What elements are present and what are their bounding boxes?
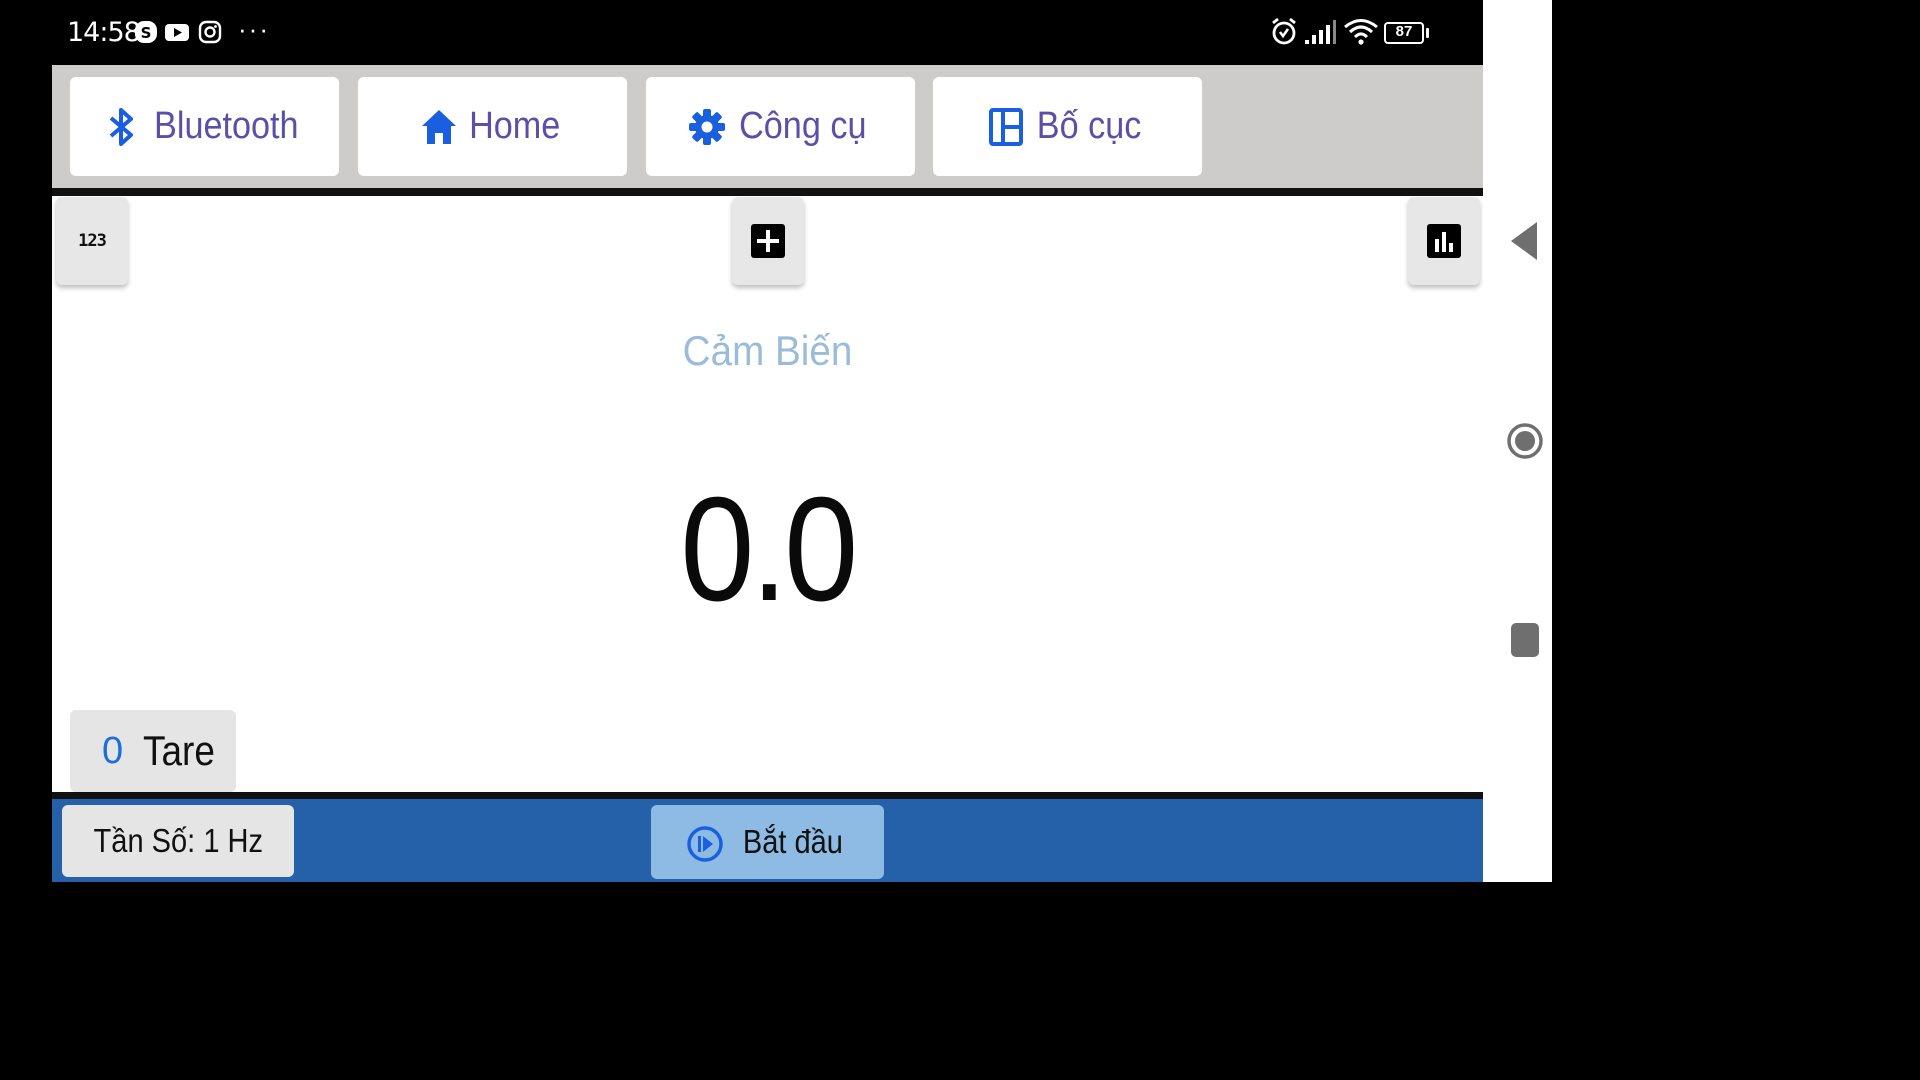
tab-bluetooth[interactable]: Bluetooth: [70, 77, 339, 176]
layout-icon: [989, 107, 1024, 146]
frequency-label: Tần Số: 1 Hz: [93, 822, 263, 859]
tab-label: Bố cục: [1037, 105, 1142, 147]
tab-layout[interactable]: Bố cục: [933, 77, 1202, 176]
battery-nub: [1426, 28, 1429, 38]
gear-icon: [688, 108, 725, 145]
tab-label: Home: [468, 105, 561, 147]
start-button[interactable]: Bắt đầu: [651, 805, 884, 879]
start-label: Bắt đầu: [742, 823, 843, 860]
tab-label: Bluetooth: [154, 105, 299, 147]
plus-box-icon: [751, 224, 785, 258]
tare-label: Tare: [143, 727, 216, 774]
tare-button[interactable]: 0 Tare: [70, 710, 236, 792]
sensor-title: Cảm Biến: [682, 327, 853, 374]
tare-count: 0: [102, 729, 124, 772]
sensor-reading: 0.0: [680, 467, 858, 632]
battery-level: 87: [1395, 23, 1413, 40]
wifi-icon: [1344, 19, 1378, 45]
app-window: Bluetooth Home Công cụ Bố cục 123 Cảm Bi…: [52, 65, 1483, 882]
chart-view-button[interactable]: [1408, 197, 1480, 285]
battery-icon: 87: [1384, 22, 1424, 44]
home-circle-icon[interactable]: [1505, 418, 1545, 464]
svg-text:S: S: [141, 24, 152, 42]
screen: 14:58 S ··· 87 Bluetooth Home Công cụ Bố…: [0, 0, 1552, 882]
recents-icon[interactable]: [1510, 621, 1540, 659]
status-bar: 14:58 S ··· 87: [0, 0, 1483, 65]
toolbar-divider: [52, 188, 1483, 196]
bottom-bar: Tần Số: 1 Hz Bắt đầu: [52, 799, 1483, 882]
signal-icon: [1305, 20, 1336, 44]
top-toolbar: Bluetooth Home Công cụ Bố cục: [52, 65, 1483, 188]
back-icon[interactable]: [1511, 222, 1537, 260]
more-dots-icon: ···: [238, 14, 270, 44]
bar-chart-icon: [1427, 224, 1461, 258]
numeric-badge: 123: [78, 231, 107, 251]
alarm-icon: [1272, 17, 1296, 45]
status-time: 14:58: [67, 17, 141, 48]
bottom-divider: [52, 792, 1483, 799]
instagram-icon: [198, 20, 222, 44]
youtube-icon: [165, 24, 189, 41]
play-circle-icon: [686, 826, 723, 862]
tab-tools[interactable]: Công cụ: [646, 77, 915, 176]
home-icon: [421, 109, 456, 144]
bluetooth-icon: [109, 107, 134, 146]
tab-label: Công cụ: [738, 105, 867, 147]
add-button[interactable]: [732, 197, 804, 285]
numeric-mode-button[interactable]: 123: [56, 197, 128, 285]
tab-home[interactable]: Home: [358, 77, 627, 176]
skype-icon: S: [135, 21, 157, 43]
system-nav-bar: [1483, 0, 1552, 882]
frequency-button[interactable]: Tần Số: 1 Hz: [62, 805, 294, 877]
